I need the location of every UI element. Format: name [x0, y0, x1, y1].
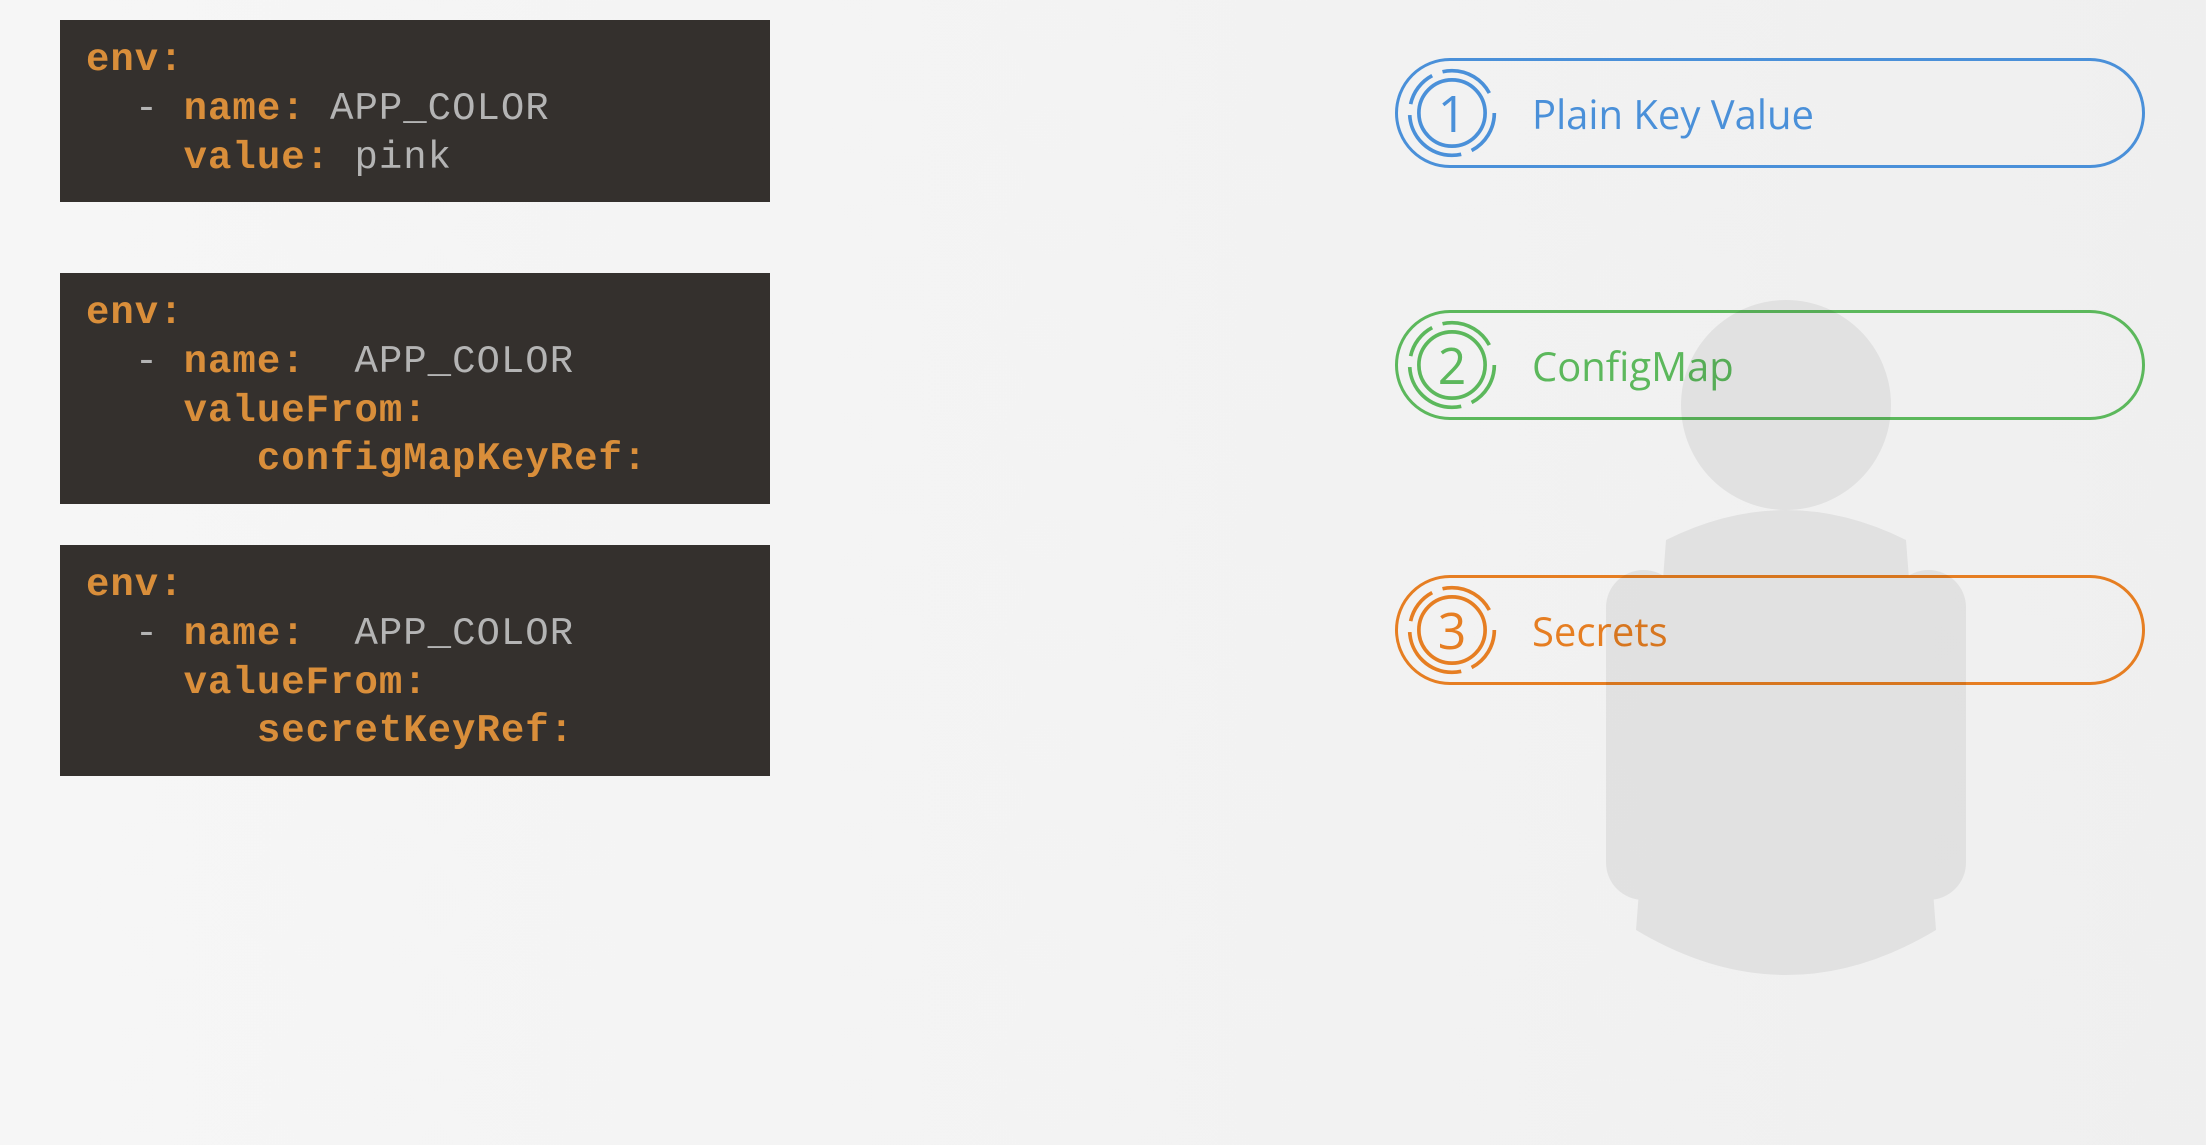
- code-block-secrets: env: - name: APP_COLOR valueFrom: secret…: [60, 545, 770, 776]
- legend-pill-plain-key-value: 1 Plain Key Value: [1395, 58, 2145, 168]
- legend-number: 3: [1406, 584, 1498, 676]
- legend-label: ConfigMap: [1532, 338, 1734, 393]
- code-block-configmap: env: - name: APP_COLOR valueFrom: config…: [60, 273, 770, 504]
- legend-number-circle: 2: [1406, 319, 1498, 411]
- legend-number: 1: [1406, 67, 1498, 159]
- legend-pill-secrets: 3 Secrets: [1395, 575, 2145, 685]
- legend-label: Plain Key Value: [1532, 86, 1814, 141]
- code-block-plain-key-value: env: - name: APP_COLOR value: pink: [60, 20, 770, 202]
- legend-label: Secrets: [1532, 603, 1668, 658]
- legend-pill-configmap: 2 ConfigMap: [1395, 310, 2145, 420]
- legend-number-circle: 1: [1406, 67, 1498, 159]
- legend-number-circle: 3: [1406, 584, 1498, 676]
- legend-number: 2: [1406, 319, 1498, 411]
